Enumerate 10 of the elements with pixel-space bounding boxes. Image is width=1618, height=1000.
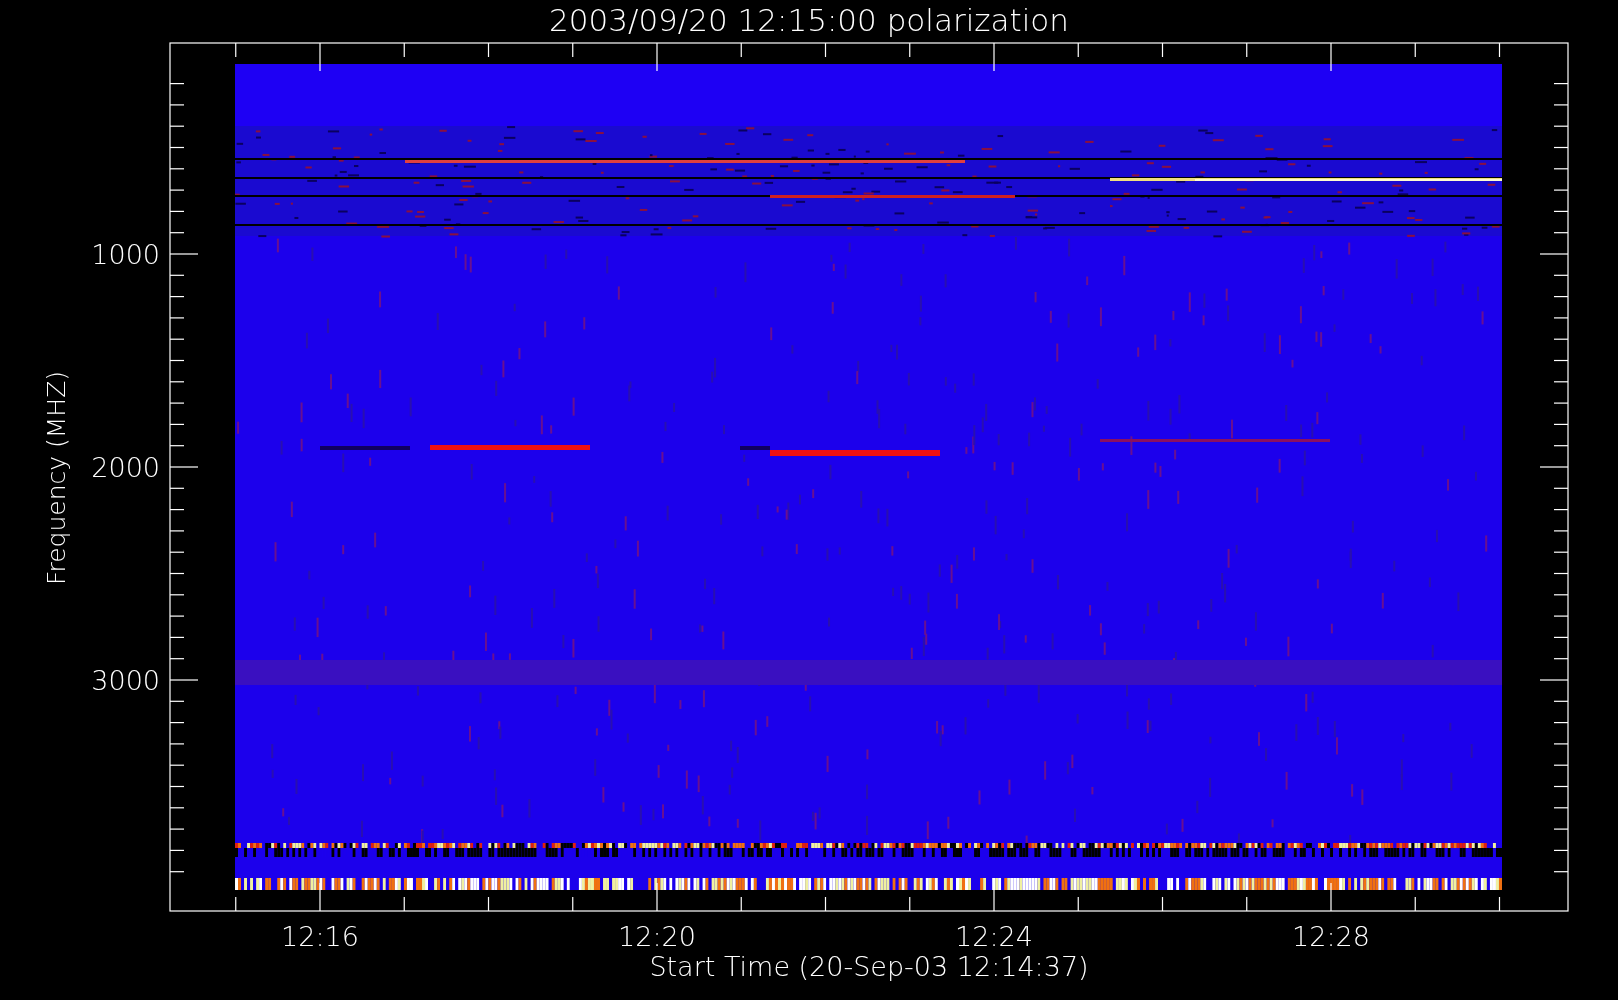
y-axis-label: Frequency (MHZ) [42,370,71,586]
x-tick-label: 12:20 [618,921,696,952]
y-tick-label: 3000 [91,665,160,696]
chart-title: 2003/09/20 12:15:00 polarization [549,2,1069,38]
y-tick-label: 2000 [91,452,160,483]
x-tick-label: 12:24 [955,921,1033,952]
x-tick-label: 12:28 [1292,921,1370,952]
x-axis-label: Start Time (20-Sep-03 12:14:37) [649,951,1089,982]
x-tick-label: 12:16 [281,921,359,952]
y-tick-label: 1000 [91,239,160,270]
